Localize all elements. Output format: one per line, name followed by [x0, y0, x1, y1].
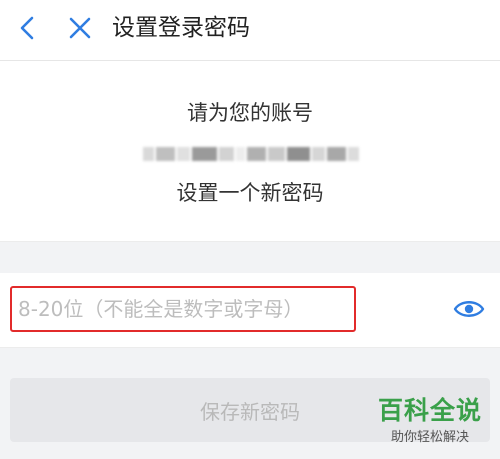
show-password-toggle[interactable]	[452, 295, 486, 323]
close-button[interactable]	[62, 10, 98, 46]
password-row	[0, 273, 500, 348]
back-button[interactable]	[10, 10, 46, 46]
bottom-area: 保存新密码	[0, 348, 500, 459]
eye-icon	[453, 301, 485, 317]
masked-account	[143, 141, 361, 167]
header-bar: 设置登录密码	[0, 0, 500, 61]
account-info: 请为您的账号 设置一个新密码	[0, 61, 500, 241]
info-text-line2: 设置一个新密码	[176, 181, 324, 205]
page-title: 设置登录密码	[112, 15, 250, 41]
section-divider	[0, 241, 500, 274]
chevron-left-icon	[20, 16, 34, 40]
info-text-line1: 请为您的账号	[187, 101, 313, 125]
close-icon	[69, 17, 91, 39]
password-input[interactable]	[10, 286, 356, 332]
save-password-button[interactable]: 保存新密码	[10, 378, 490, 442]
